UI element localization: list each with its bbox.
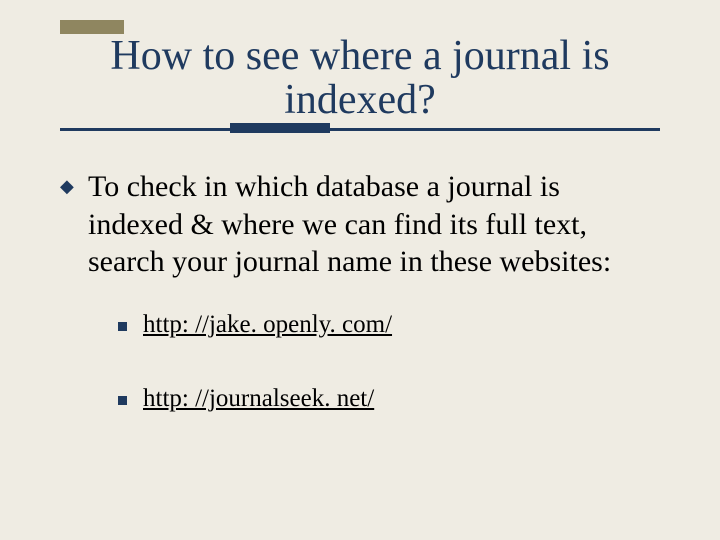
slide-title: How to see where a journal is indexed? <box>60 34 660 122</box>
slide: How to see where a journal is indexed? ◆… <box>0 0 720 540</box>
list-item: http: //jake. openly. com/ <box>118 311 660 339</box>
underline-block <box>230 123 330 133</box>
diamond-bullet-icon: ◆ <box>60 179 74 193</box>
main-bullet-text: To check in which database a journal is … <box>88 168 660 281</box>
content: ◆ To check in which database a journal i… <box>60 168 660 459</box>
main-bullet: ◆ To check in which database a journal i… <box>60 168 660 281</box>
accent-bar-top <box>60 20 124 34</box>
link-journalseek[interactable]: http: //journalseek. net/ <box>143 385 374 413</box>
link-jake[interactable]: http: //jake. openly. com/ <box>143 311 392 339</box>
square-bullet-icon <box>118 396 127 405</box>
title-block: How to see where a journal is indexed? <box>60 20 660 134</box>
underline-line <box>60 128 660 131</box>
square-bullet-icon <box>118 322 127 331</box>
list-item: http: //journalseek. net/ <box>118 385 660 413</box>
sub-list: http: //jake. openly. com/ http: //journ… <box>118 311 660 413</box>
accent-underline <box>60 126 660 134</box>
